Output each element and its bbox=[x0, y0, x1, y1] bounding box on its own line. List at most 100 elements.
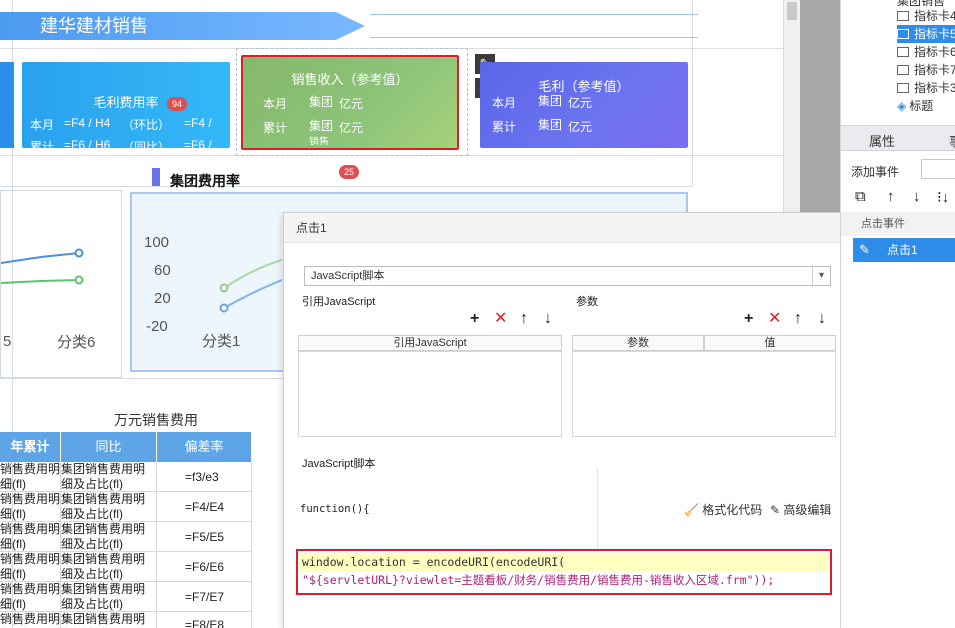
canvas-border bbox=[800, 0, 840, 212]
edit-box-icon: ✎ bbox=[770, 503, 781, 517]
advanced-edit-button[interactable]: ✎ 高级编辑 bbox=[770, 501, 831, 518]
table-header: 同比 bbox=[61, 432, 157, 462]
widget-icon bbox=[897, 47, 909, 57]
section-marker bbox=[152, 168, 160, 186]
card-title: 毛利（参考值） bbox=[538, 79, 630, 94]
code-line-1: window.location = encodeURI(encodeURI( bbox=[300, 553, 828, 571]
card-gross-profit[interactable]: 毛利（参考值） 本月 集团 亿元 累计 集团 亿元 bbox=[480, 62, 688, 148]
tree-item-selected[interactable]: 指标卡5 bbox=[897, 25, 955, 43]
tab-properties[interactable]: 属性 bbox=[869, 131, 895, 150]
card-row2-label: 累计 bbox=[492, 120, 517, 134]
delete-icon[interactable]: ✕ bbox=[494, 311, 507, 327]
code-line-2: "${servletURL}?viewlet=主题看板/财务/销售费用/销售费用… bbox=[302, 573, 775, 587]
table-cell: 销售费用明细(fl) bbox=[0, 462, 61, 492]
dialog-title: 点击1 bbox=[284, 213, 840, 243]
tree-item[interactable]: 指标卡3 bbox=[897, 79, 955, 97]
table-cell: 销售费用明细(fl) bbox=[0, 552, 61, 582]
event-section-header: 点击事件 bbox=[841, 212, 955, 236]
ref-js-label: 引用JavaScript bbox=[302, 296, 376, 308]
add-param-icon[interactable]: + bbox=[744, 311, 753, 327]
tree-label: 指标卡4 bbox=[914, 9, 955, 23]
card-row2-value: =F6 / H6 bbox=[64, 138, 111, 148]
add-icon[interactable]: + bbox=[470, 311, 479, 327]
advanced-edit-label: 高级编辑 bbox=[783, 503, 832, 517]
script-type-select[interactable]: JavaScript脚本 ▾ bbox=[304, 266, 831, 286]
tree-item[interactable]: 指标卡6 bbox=[897, 43, 955, 61]
cut-card[interactable] bbox=[0, 62, 14, 148]
table-cell: 集团销售费用明细及占比(fl) bbox=[61, 522, 157, 552]
table-row[interactable]: 销售费用明细(fl) 集团销售费用明细及占比(fl) =F6/E6 bbox=[0, 552, 252, 582]
widget-icon bbox=[897, 83, 909, 93]
selection-frame bbox=[236, 48, 468, 156]
arrow-up-icon[interactable]: ↑ bbox=[887, 188, 895, 205]
card-row1-label: 本月 bbox=[492, 96, 517, 110]
sales-expense-table[interactable]: 万元销售费用 年累计 同比 偏差率 销售费用明细(fl) 集团销售费用明细及占比… bbox=[0, 408, 252, 628]
select-value: JavaScript脚本 bbox=[311, 270, 385, 282]
broom-icon: 🧹 bbox=[684, 503, 699, 517]
table-row[interactable]: 销售费用明细(fl) 集团销售费用明细及占比(fl) =F8/E8 bbox=[0, 612, 252, 628]
tree-item[interactable]: 指标卡7 bbox=[897, 61, 955, 79]
widget-icon bbox=[897, 65, 909, 75]
delete-param-icon[interactable]: ✕ bbox=[768, 311, 781, 327]
event-item-click1[interactable]: ✎ 点击1 bbox=[853, 238, 955, 262]
card-row2-value: 集团 bbox=[538, 118, 563, 132]
chart-left[interactable]: 5 分类6 bbox=[0, 190, 122, 378]
card-row1-note: （环比） bbox=[122, 118, 171, 132]
badge-25: 25 bbox=[339, 165, 360, 179]
move-up-icon[interactable]: ↑ bbox=[520, 311, 528, 327]
move-down-icon[interactable]: ↓ bbox=[544, 311, 552, 327]
card-row2-right: =F6 / bbox=[184, 138, 212, 148]
card-row1-value: =F4 / H4 bbox=[64, 116, 111, 130]
table-cell: 集团销售费用明细及占比(fl) bbox=[61, 582, 157, 612]
card-expense-rate[interactable]: 毛利费用率 本月 =F4 / H4 （环比） =F4 / 累计 =F6 / H6… bbox=[22, 62, 230, 148]
table-caption: 万元销售费用 bbox=[114, 412, 198, 428]
badge-94: 94 bbox=[167, 97, 188, 111]
banner-title[interactable]: 建华建材销售 bbox=[0, 12, 365, 40]
tree-label: 指标卡5 bbox=[914, 27, 955, 41]
value-column-header: 值 bbox=[704, 335, 836, 351]
table-cell: 集团销售费用明细及占比(fl) bbox=[61, 612, 157, 628]
tree-item[interactable]: 指标卡4 bbox=[897, 7, 955, 25]
card-row1-label: 本月 bbox=[30, 118, 55, 132]
more-icon[interactable]: ⁝↓ bbox=[937, 188, 949, 206]
code-editor[interactable]: window.location = encodeURI(encodeURI( "… bbox=[296, 549, 832, 595]
table-cell: =F6/E6 bbox=[157, 552, 252, 582]
tab-events[interactable]: 事 bbox=[949, 131, 955, 150]
tree-label: 标题 bbox=[909, 99, 934, 113]
arrow-down-icon[interactable]: ↓ bbox=[913, 188, 921, 205]
ref-js-column-header: 引用JavaScript bbox=[298, 335, 562, 351]
tree-item[interactable]: ◈ 标题 bbox=[897, 97, 933, 115]
card-row1-unit: 亿元 bbox=[568, 96, 593, 110]
param-up-icon[interactable]: ↑ bbox=[794, 311, 802, 327]
ref-js-list[interactable] bbox=[298, 351, 562, 437]
table-row[interactable]: 销售费用明细(fl) 集团销售费用明细及占比(fl) =F5/E5 bbox=[0, 522, 252, 552]
canvas-scrollbar[interactable] bbox=[783, 0, 800, 212]
pencil-icon: ✎ bbox=[859, 242, 870, 257]
table-row[interactable]: 销售费用明细(fl) 集团销售费用明细及占比(fl) =F4/E4 bbox=[0, 492, 252, 522]
x-tick: 5 bbox=[3, 333, 12, 350]
table-cell: =f3/e3 bbox=[157, 462, 252, 492]
add-event-select[interactable] bbox=[921, 159, 955, 179]
format-code-button[interactable]: 🧹 格式化代码 bbox=[684, 501, 762, 518]
table-cell: 集团销售费用明细及占比(fl) bbox=[61, 492, 157, 522]
table-header: 年累计 bbox=[0, 432, 61, 462]
copy-icon[interactable]: ⧉ bbox=[855, 188, 866, 205]
table-cell: 销售费用明细(fl) bbox=[0, 612, 61, 628]
card-title: 毛利费用率 bbox=[93, 95, 159, 110]
panel-tabs: 属性 事 bbox=[841, 125, 955, 151]
table-row[interactable]: 销售费用明细(fl) 集团销售费用明细及占比(fl) =F7/E7 bbox=[0, 582, 252, 612]
chart-middle-svg bbox=[219, 259, 282, 313]
banner-decoration bbox=[370, 14, 698, 38]
param-column-header: 参数 bbox=[572, 335, 704, 351]
card-row1-right: =F4 / bbox=[184, 116, 212, 130]
param-down-icon[interactable]: ↓ bbox=[818, 311, 826, 327]
table-header: 偏差率 bbox=[157, 432, 252, 462]
table-cell: =F5/E5 bbox=[157, 522, 252, 552]
table-cell: =F4/E4 bbox=[157, 492, 252, 522]
params-label: 参数 bbox=[576, 296, 598, 308]
tree-label: 指标卡7 bbox=[914, 63, 955, 77]
table-row[interactable]: 销售费用明细(fl) 集团销售费用明细及占比(fl) =f3/e3 bbox=[0, 462, 252, 492]
event-item-label: 点击1 bbox=[887, 243, 918, 257]
card-row1-value: 集团 bbox=[538, 94, 563, 108]
param-list[interactable] bbox=[572, 351, 836, 437]
